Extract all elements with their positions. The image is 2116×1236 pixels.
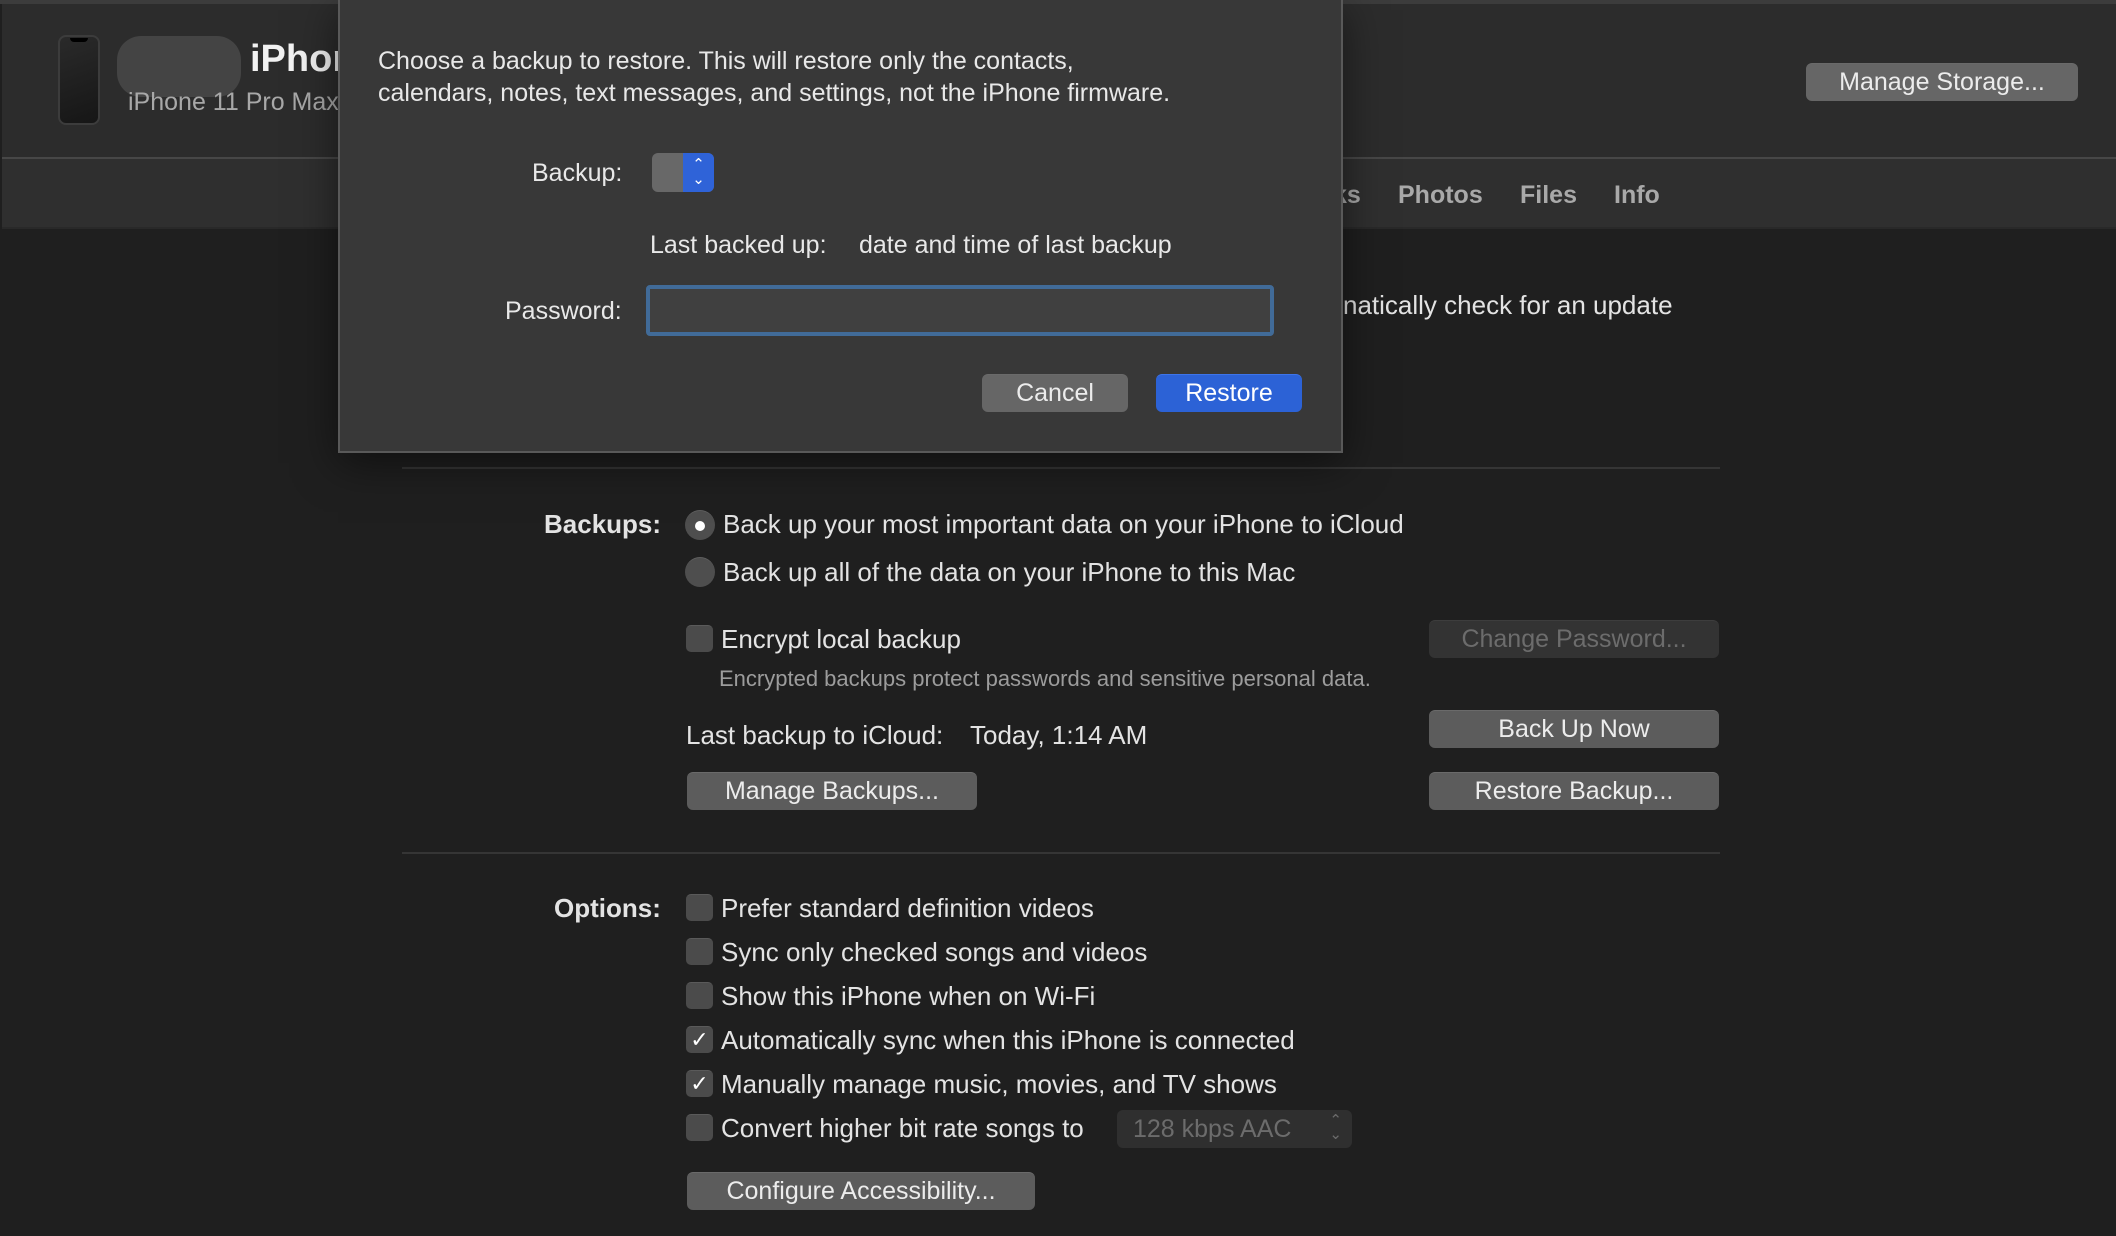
option-label-auto-sync[interactable]: Automatically sync when this iPhone is c… bbox=[721, 1025, 1295, 1056]
encrypt-backup-checkbox[interactable] bbox=[686, 625, 713, 652]
tab-photos[interactable]: Photos bbox=[1398, 181, 1483, 210]
radio-backup-icloud[interactable] bbox=[685, 510, 715, 540]
up-down-chevron-icon: ⌃ ⌄ bbox=[1329, 1112, 1342, 1143]
option-label-wifi[interactable]: Show this iPhone when on Wi-Fi bbox=[721, 981, 1095, 1012]
section-divider bbox=[402, 852, 1720, 854]
option-checkbox-auto-sync[interactable]: ✓ bbox=[686, 1026, 713, 1053]
checkmark-icon: ✓ bbox=[690, 1071, 709, 1096]
password-input[interactable] bbox=[646, 285, 1274, 336]
password-label: Password: bbox=[505, 297, 622, 325]
tab-files[interactable]: Files bbox=[1520, 181, 1577, 210]
bitrate-value: 128 kbps AAC bbox=[1133, 1114, 1292, 1143]
backup-select-label: Backup: bbox=[532, 159, 623, 187]
option-label-sync-checked[interactable]: Sync only checked songs and videos bbox=[721, 937, 1147, 968]
backup-select[interactable]: ⌃ ⌄ bbox=[652, 153, 714, 192]
encrypt-backup-label[interactable]: Encrypt local backup bbox=[721, 624, 961, 655]
auto-update-text: natically check for an update bbox=[1343, 290, 1673, 320]
dialog-message-line2: calendars, notes, text messages, and set… bbox=[378, 79, 1171, 107]
back-up-now-button[interactable]: Back Up Now bbox=[1429, 710, 1719, 748]
checkmark-icon: ✓ bbox=[690, 1027, 709, 1052]
section-divider bbox=[402, 467, 1720, 469]
last-backup-value: Today, 1:14 AM bbox=[970, 720, 1148, 750]
restore-button[interactable]: Restore bbox=[1156, 374, 1302, 412]
bitrate-select[interactable]: 128 kbps AAC ⌃ ⌄ bbox=[1117, 1110, 1352, 1148]
last-backup-label: Last backup to iCloud: bbox=[686, 720, 944, 750]
backups-label: Backups: bbox=[544, 509, 662, 539]
encrypt-note: Encrypted backups protect passwords and … bbox=[719, 666, 1371, 691]
tab-info[interactable]: Info bbox=[1614, 181, 1660, 210]
manage-storage-button[interactable]: Manage Storage... bbox=[1806, 63, 2078, 101]
option-checkbox-convert-bitrate[interactable] bbox=[686, 1114, 713, 1141]
radio-backup-mac-label[interactable]: Back up all of the data on your iPhone t… bbox=[723, 557, 1295, 588]
option-label-sd-videos[interactable]: Prefer standard definition videos bbox=[721, 893, 1094, 924]
option-label-convert-bitrate[interactable]: Convert higher bit rate songs to bbox=[721, 1113, 1084, 1144]
option-checkbox-wifi[interactable] bbox=[686, 982, 713, 1009]
option-checkbox-manual-manage[interactable]: ✓ bbox=[686, 1070, 713, 1097]
iphone-device-icon bbox=[58, 35, 100, 125]
cancel-button[interactable]: Cancel bbox=[982, 374, 1128, 412]
dialog-message-line1: Choose a backup to restore. This will re… bbox=[378, 47, 1074, 75]
radio-backup-icloud-label[interactable]: Back up your most important data on your… bbox=[723, 509, 1404, 540]
up-down-chevron-icon: ⌃ ⌄ bbox=[683, 153, 714, 192]
configure-accessibility-button[interactable]: Configure Accessibility... bbox=[687, 1172, 1035, 1210]
last-backed-up-value: date and time of last backup bbox=[859, 231, 1172, 259]
restore-backup-button[interactable]: Restore Backup... bbox=[1429, 772, 1719, 810]
last-backed-up-label: Last backed up: bbox=[650, 231, 827, 259]
option-checkbox-sync-checked[interactable] bbox=[686, 938, 713, 965]
radio-backup-mac[interactable] bbox=[685, 557, 715, 587]
option-checkbox-sd-videos[interactable] bbox=[686, 894, 713, 921]
change-password-button[interactable]: Change Password... bbox=[1429, 620, 1719, 658]
option-label-manual-manage[interactable]: Manually manage music, movies, and TV sh… bbox=[721, 1069, 1277, 1100]
manage-backups-button[interactable]: Manage Backups... bbox=[687, 772, 977, 810]
options-label: Options: bbox=[554, 893, 661, 923]
device-model: iPhone 11 Pro Max bbox=[128, 88, 339, 116]
